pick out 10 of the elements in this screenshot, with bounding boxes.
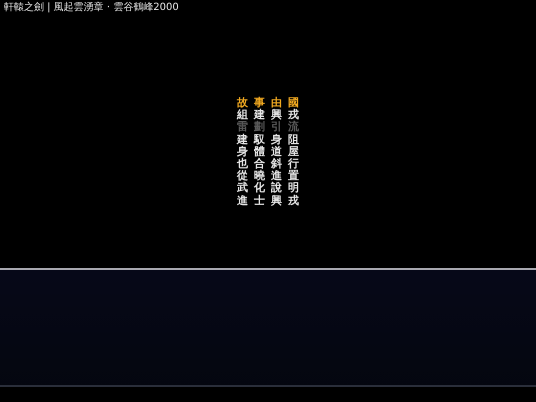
credit-line: 身體道屋 bbox=[237, 146, 305, 158]
credit-line: 也合斜行 bbox=[237, 158, 305, 170]
credit-line: 建馭身阻 bbox=[237, 134, 305, 146]
credit-line: 故事由國 bbox=[237, 97, 305, 109]
credit-line: 組建興戎 bbox=[237, 109, 305, 122]
credit-line: 武化說明 bbox=[237, 182, 305, 194]
credit-line: 雷劃引流 bbox=[237, 121, 305, 134]
window-title: 軒轅之劍 | 風起雲湧章 · 雲谷鶴峰2000 bbox=[4, 2, 179, 14]
credit-line: 從曉進置 bbox=[237, 170, 305, 182]
credit-line: 進士興戎 bbox=[237, 194, 305, 207]
